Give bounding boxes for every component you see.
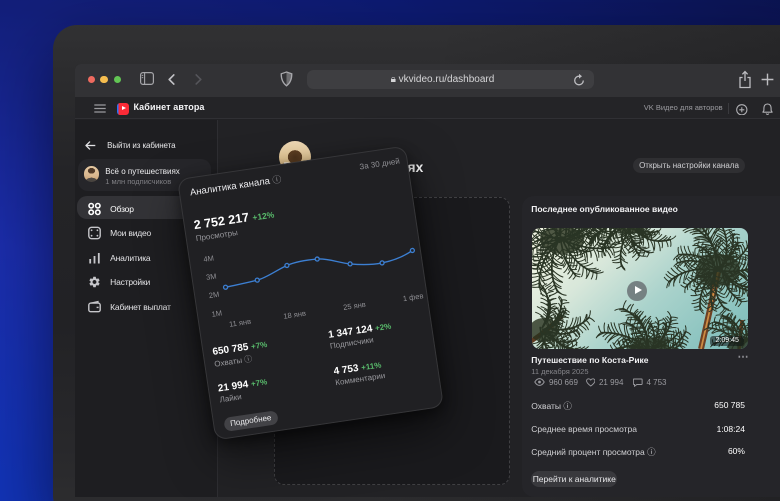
svg-text:25 янв: 25 янв <box>343 299 367 311</box>
svg-text:1 фев: 1 фев <box>402 291 424 303</box>
svg-text:18 янв: 18 янв <box>283 308 307 320</box>
svg-text:11 янв: 11 янв <box>228 316 251 328</box>
svg-text:1М: 1М <box>211 308 223 318</box>
svg-text:2М: 2М <box>208 289 220 299</box>
svg-text:4М: 4М <box>203 253 215 263</box>
svg-text:3М: 3М <box>206 271 218 281</box>
